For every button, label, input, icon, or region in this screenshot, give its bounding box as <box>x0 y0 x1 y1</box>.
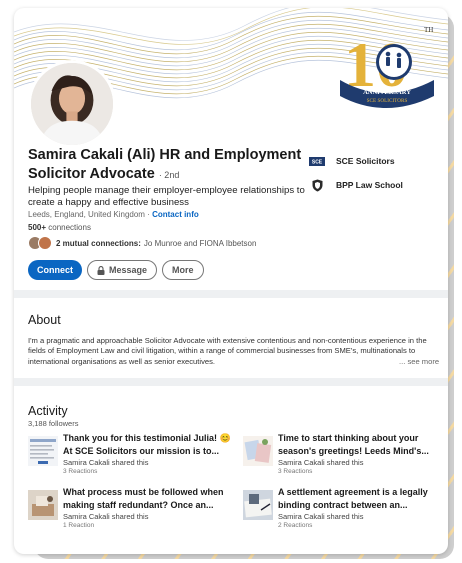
badge-ribbon-line1: ANNIVERSARY <box>363 89 411 96</box>
post-shared-by: Samira Cakali shared this <box>278 458 364 467</box>
post-shared-by: Samira Cakali shared this <box>63 458 149 467</box>
post-thumbnail <box>28 436 58 466</box>
post-title: Thank you for this testimonial Julia! 😊 … <box>63 433 231 456</box>
post-reactions[interactable]: 3 Reactions <box>63 468 97 475</box>
location-separator: · <box>144 210 153 219</box>
activity-post[interactable]: Time to start thinking about your season… <box>243 432 448 484</box>
post-reactions[interactable]: 1 Reaction <box>63 522 94 529</box>
followers-count: 3,188 followers <box>28 419 79 428</box>
company-bpp-law-school[interactable]: BPP Law School <box>308 175 403 195</box>
about-text: I'm a pragmatic and approachable Solicit… <box>28 336 427 366</box>
activity-title: Activity <box>28 404 68 418</box>
company-name: BPP Law School <box>336 180 403 190</box>
profile-companies: SCE SCE Solicitors BPP Law School <box>308 151 403 199</box>
activity-post[interactable]: A settlement agreement is a legally bind… <box>243 486 448 538</box>
lock-icon <box>97 265 105 275</box>
activity-post[interactable]: What process must be followed when makin… <box>28 486 233 538</box>
message-button[interactable]: Message <box>87 260 158 280</box>
badge-superscript: TH <box>424 26 433 34</box>
profile-actions: Connect Message More <box>28 260 204 280</box>
sce-logo-text: SCE <box>312 159 323 165</box>
post-thumbnail <box>243 490 273 520</box>
profile-avatar[interactable] <box>28 60 116 148</box>
profile-headline: Helping people manage their employer-emp… <box>28 185 305 208</box>
post-reactions[interactable]: 3 Reactions <box>278 468 312 475</box>
company-sce-solicitors[interactable]: SCE SCE Solicitors <box>308 151 403 171</box>
activity-post[interactable]: Thank you for this testimonial Julia! 😊 … <box>28 432 233 484</box>
profile-name: Samira Cakali (Ali) HR and Employment So… <box>28 146 318 185</box>
contact-info-link[interactable]: Contact info <box>152 210 199 219</box>
mutual-count: 2 mutual connections: <box>56 238 141 248</box>
post-shared-by: Samira Cakali shared this <box>63 512 149 521</box>
about-title: About <box>28 313 61 327</box>
sce-logo-icon: SCE <box>308 155 326 167</box>
mutual-names: Jo Munroe and FIONA Ibbetson <box>143 238 257 248</box>
post-thumbnail <box>243 436 273 466</box>
profile-card: TH 10 ANNIVERSARY SCE SOLICITORS Samira … <box>14 8 448 554</box>
message-button-label: Message <box>109 265 148 275</box>
badge-ribbon-line2: SCE SOLICITORS <box>367 98 408 104</box>
post-title: Time to start thinking about your season… <box>278 433 429 456</box>
shield-icon <box>308 179 326 191</box>
anniversary-badge: TH 10 ANNIVERSARY SCE SOLICITORS <box>340 26 434 108</box>
more-button[interactable]: More <box>162 260 204 280</box>
connect-button[interactable]: Connect <box>28 260 82 280</box>
post-thumbnail <box>28 490 58 520</box>
connections-count[interactable]: 500+ connections <box>28 223 91 232</box>
section-divider <box>14 290 448 298</box>
section-divider <box>14 378 448 386</box>
connections-number: 500+ <box>28 223 47 232</box>
company-name: SCE Solicitors <box>336 156 395 166</box>
profile-location-line: Leeds, England, United Kingdom · Contact… <box>28 210 199 219</box>
location-text: Leeds, England, United Kingdom <box>28 210 145 219</box>
about-see-more-link[interactable]: ... see more <box>396 357 440 366</box>
connection-degree: · 2nd <box>158 170 180 180</box>
mutual-connections[interactable]: 2 mutual connections: Jo Munroe and FION… <box>28 236 256 250</box>
connections-label: connections <box>46 223 91 232</box>
post-reactions[interactable]: 2 Reactions <box>278 522 312 529</box>
post-title: A settlement agreement is a legally bind… <box>278 487 428 510</box>
post-title: What process must be followed when makin… <box>63 487 224 510</box>
post-shared-by: Samira Cakali shared this <box>278 512 364 521</box>
mutual-avatar-2 <box>38 236 52 250</box>
